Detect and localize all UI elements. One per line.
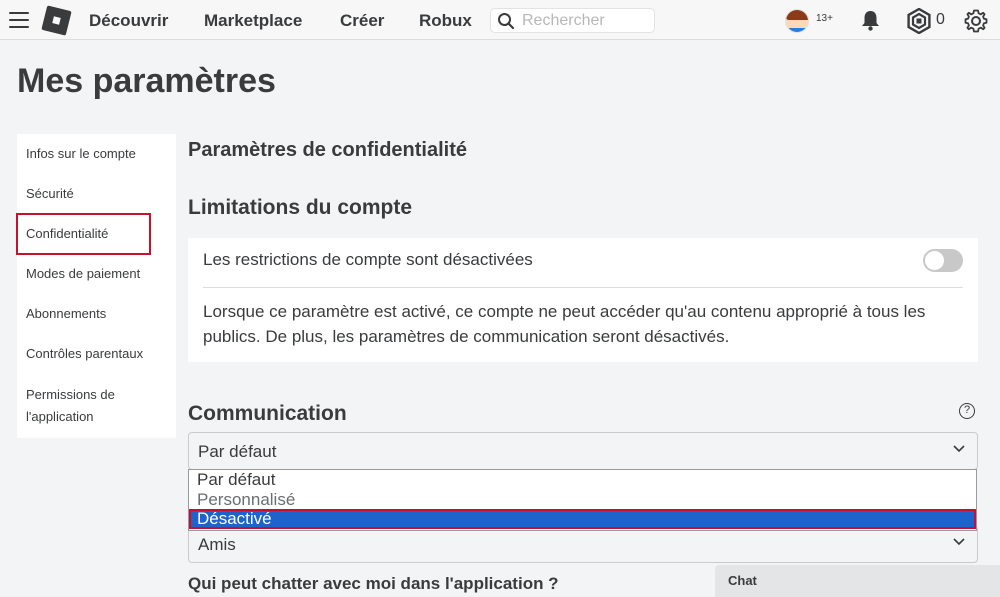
nav-link-robux[interactable]: Robux xyxy=(419,11,472,31)
communication-dropdown-list: Par défaut Personnalisé Désactivé xyxy=(188,469,977,531)
sidebar-item-security[interactable]: Sécurité xyxy=(26,183,74,205)
sidebar-item-privacy[interactable]: Confidentialité xyxy=(26,223,108,245)
bell-icon[interactable] xyxy=(860,9,881,32)
page-title: Mes paramètres xyxy=(17,62,276,100)
sidebar-item-app-permissions-line2[interactable]: l'application xyxy=(26,406,94,428)
communication-heading: Communication xyxy=(188,402,347,425)
dropdown-option-disabled[interactable]: Désactivé xyxy=(189,509,976,529)
chevron-down-icon xyxy=(953,538,965,546)
sidebar-item-parental-controls[interactable]: Contrôles parentaux xyxy=(26,343,143,365)
nav-link-creer[interactable]: Créer xyxy=(340,11,384,31)
sidebar-item-app-permissions[interactable]: Permissions de xyxy=(26,384,115,406)
dropdown-option-default[interactable]: Par défaut xyxy=(189,470,976,490)
avatar[interactable] xyxy=(785,9,809,33)
nav-link-decouvrir[interactable]: Découvrir xyxy=(89,11,168,31)
search-input[interactable] xyxy=(522,11,650,30)
menu-icon[interactable] xyxy=(9,12,29,28)
chat-audience-select-value: Amis xyxy=(198,535,236,554)
search-icon xyxy=(498,13,515,30)
robux-balance: 0 xyxy=(936,11,945,28)
privacy-heading: Paramètres de confidentialité xyxy=(188,139,467,161)
chat-tab[interactable]: Chat xyxy=(715,565,1000,597)
chevron-down-icon xyxy=(953,445,965,453)
age-badge: 13+ xyxy=(816,13,833,24)
restriction-label: Les restrictions de compte sont désactiv… xyxy=(203,250,533,269)
account-restrictions-card: Les restrictions de compte sont désactiv… xyxy=(188,238,978,362)
dropdown-option-custom[interactable]: Personnalisé xyxy=(189,490,976,510)
sidebar-item-account-info[interactable]: Infos sur le compte xyxy=(26,143,136,165)
account-limits-heading: Limitations du compte xyxy=(188,196,413,219)
help-icon[interactable]: ? xyxy=(959,403,975,419)
gear-icon[interactable] xyxy=(964,9,988,33)
sidebar-item-payment-methods[interactable]: Modes de paiement xyxy=(26,263,140,285)
card-divider xyxy=(203,287,963,288)
communication-select-value: Par défaut xyxy=(198,442,277,461)
chat-tab-label: Chat xyxy=(728,573,757,588)
chat-question-label: Qui peut chatter avec moi dans l'applica… xyxy=(188,574,559,593)
roblox-logo[interactable] xyxy=(41,5,72,36)
communication-select[interactable]: Par défaut xyxy=(188,432,978,470)
nav-link-marketplace[interactable]: Marketplace xyxy=(204,11,302,31)
search-box[interactable] xyxy=(490,8,655,33)
settings-sidebar: Infos sur le compte Sécurité Confidentia… xyxy=(17,134,176,438)
restriction-toggle[interactable] xyxy=(923,249,963,272)
restriction-description: Lorsque ce paramètre est activé, ce comp… xyxy=(203,302,926,346)
sidebar-item-subscriptions[interactable]: Abonnements xyxy=(26,303,106,325)
top-navigation-bar: Découvrir Marketplace Créer Robux 13+ 0 xyxy=(0,0,1000,40)
robux-icon[interactable] xyxy=(906,8,932,34)
